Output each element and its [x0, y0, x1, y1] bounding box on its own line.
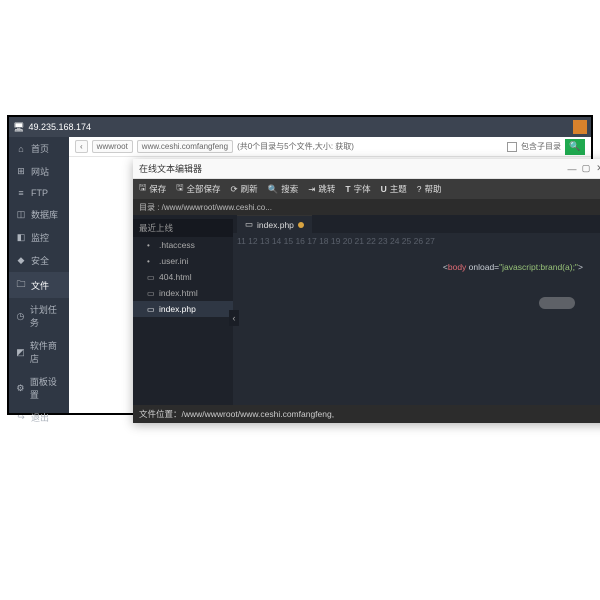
sidebar-icon: ◷ [16, 311, 25, 322]
sidebar-item-监控[interactable]: ◧ 监控 [9, 226, 69, 249]
sidebar-label: 文件 [31, 279, 49, 292]
sidebar-label: 软件商店 [30, 339, 62, 365]
breadcrumb: ‹ wwwroot www.ceshi.comfangfeng (共0个目录与5… [69, 137, 591, 157]
editor-path: 目录 : /www/wwwroot/www.ceshi.co... [133, 199, 600, 215]
sidebar: ⌂首页⊞网站≡FTP◫数据库◧监控◆安全🗀文件◷计划任务◩软件商店⚙面板设置↪退… [9, 137, 69, 413]
sidebar-icon: ◫ [16, 209, 26, 220]
minimize-button[interactable]: — [565, 164, 579, 174]
text-editor-modal: 在线文本编辑器 — ▢ ✕ 🖫 保存 🖫 全部保存 ⟳ 刷新 🔍 搜索 ⇥ 跳转… [133, 159, 600, 423]
close-button[interactable]: ✕ [593, 163, 600, 174]
sidebar-icon: ⚙ [16, 383, 25, 394]
file-404.html[interactable]: ▭404.html [133, 269, 233, 285]
server-ip: 49.235.168.174 [28, 122, 91, 132]
sidebar-item-文件[interactable]: 🗀 文件 [9, 272, 69, 298]
include-subdir-label: 包含子目录 [521, 141, 561, 152]
file-icon: ▭ [147, 289, 155, 298]
back-button[interactable]: ‹ [75, 140, 88, 153]
sidebar-item-面板设置[interactable]: ⚙ 面板设置 [9, 370, 69, 406]
sidebar-item-首页[interactable]: ⌂ 首页 [9, 137, 69, 160]
cursor-highlight [539, 297, 575, 309]
monitor-icon: 🖥 [13, 122, 24, 133]
top-bar: 🖥 49.235.168.174 [9, 117, 591, 137]
file-icon: • [147, 257, 155, 266]
editor-tabs: ▭index.php [233, 215, 600, 233]
unsaved-dot-icon [298, 222, 304, 228]
crumb-summary: (共0个目录与5个文件,大小: 获取) [237, 141, 354, 152]
code-content[interactable]: </span> <span class="tg"><?php</span> <s… [439, 233, 600, 405]
sidebar-item-退出[interactable]: ↪ 退出 [9, 406, 69, 429]
file-icon: ▭ [147, 273, 155, 282]
sidebar-icon: ⊞ [16, 166, 26, 177]
sidebar-label: FTP [31, 188, 48, 198]
editor-status-bar: 文件位置：/www/wwwroot/www.ceshi.comfangfeng, [133, 405, 600, 423]
search-tool-button[interactable]: 🔍 搜索 [268, 183, 299, 195]
sidebar-item-FTP[interactable]: ≡ FTP [9, 183, 69, 203]
save-button[interactable]: 🖫 保存 [139, 182, 166, 196]
sidebar-icon: ⌂ [16, 144, 26, 154]
editor-toolbar: 🖫 保存 🖫 全部保存 ⟳ 刷新 🔍 搜索 ⇥ 跳转 T 字体 U 主题 ? 帮… [133, 179, 600, 199]
refresh-button[interactable]: ⟳ 刷新 [231, 183, 258, 195]
file-.user.ini[interactable]: •.user.ini [133, 253, 233, 269]
sidebar-label: 数据库 [31, 208, 58, 221]
sidebar-item-数据库[interactable]: ◫ 数据库 [9, 203, 69, 226]
crumb-site[interactable]: www.ceshi.comfangfeng [137, 140, 233, 153]
sidebar-icon: ◆ [16, 255, 26, 266]
sidebar-icon: ◧ [16, 232, 26, 243]
include-subdir-checkbox[interactable] [507, 142, 517, 152]
help-button[interactable]: ? 帮助 [417, 183, 442, 195]
goto-button[interactable]: ⇥ 跳转 [308, 183, 335, 195]
file-icon: ▭ [147, 305, 155, 314]
editor-title: 在线文本编辑器 [139, 162, 202, 175]
font-button[interactable]: T 字体 [345, 183, 370, 195]
sidebar-label: 监控 [31, 231, 49, 244]
maximize-button[interactable]: ▢ [579, 163, 593, 174]
file-.htaccess[interactable]: •.htaccess [133, 237, 233, 253]
sidebar-label: 安全 [31, 254, 49, 267]
sidebar-label: 面板设置 [30, 375, 62, 401]
file-index.html[interactable]: ▭index.html [133, 285, 233, 301]
sidebar-label: 网站 [31, 165, 49, 178]
sidebar-icon: 🗀 [16, 277, 26, 293]
file-tree: 最近上线 •.htaccess•.user.ini▭404.html▭index… [133, 215, 233, 405]
sidebar-label: 首页 [31, 142, 49, 155]
sidebar-item-计划任务[interactable]: ◷ 计划任务 [9, 298, 69, 334]
sidebar-icon: ◩ [16, 347, 25, 358]
editor-titlebar: 在线文本编辑器 — ▢ ✕ [133, 159, 600, 179]
sidebar-icon: ↪ [16, 412, 26, 423]
main-panel: ‹ wwwroot www.ceshi.comfangfeng (共0个目录与5… [69, 137, 591, 413]
notification-icon[interactable] [573, 120, 587, 134]
sidebar-item-软件商店[interactable]: ◩ 软件商店 [9, 334, 69, 370]
file-tree-header: 最近上线 [133, 219, 233, 237]
sidebar-icon: ≡ [16, 188, 26, 198]
line-gutter: 11 12 13 14 15 16 17 18 19 20 21 22 23 2… [233, 233, 439, 405]
tree-collapse-button[interactable]: ‹ [229, 310, 239, 326]
search-button[interactable]: 🔍 [565, 139, 585, 155]
sidebar-label: 计划任务 [30, 303, 62, 329]
save-all-button[interactable]: 🖫 全部保存 [176, 182, 220, 196]
sidebar-item-安全[interactable]: ◆ 安全 [9, 249, 69, 272]
file-icon: • [147, 241, 155, 250]
crumb-wwwroot[interactable]: wwwroot [92, 140, 133, 153]
tab-index-php[interactable]: ▭index.php [237, 215, 312, 233]
theme-button[interactable]: U 主题 [381, 183, 407, 195]
sidebar-label: 退出 [31, 411, 49, 424]
sidebar-item-网站[interactable]: ⊞ 网站 [9, 160, 69, 183]
file-index.php[interactable]: ▭index.php [133, 301, 233, 317]
